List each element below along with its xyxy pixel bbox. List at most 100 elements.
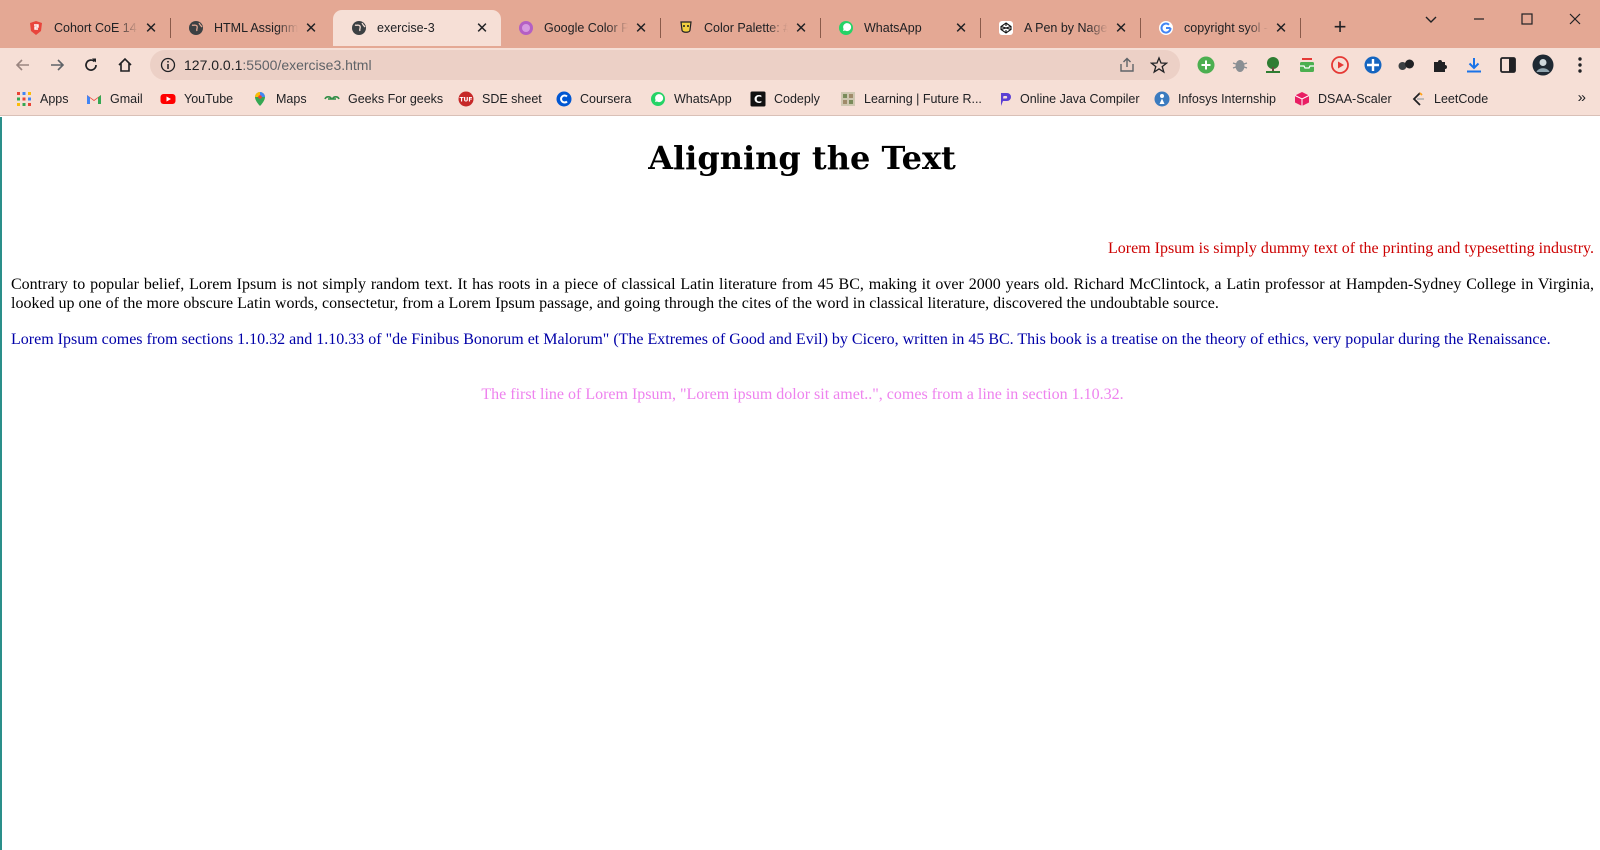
reload-icon bbox=[85, 58, 97, 71]
bookmark-label: Learning | Future R... bbox=[864, 92, 982, 106]
shield-icon bbox=[30, 21, 42, 35]
codepen-icon bbox=[999, 21, 1013, 35]
tab-exercise-3[interactable]: exercise-3 ✕ bbox=[333, 10, 501, 46]
url-text[interactable]: 127.0.0.1:5500/exercise3.html bbox=[184, 57, 372, 73]
maximize-icon bbox=[1521, 13, 1533, 25]
svg-text:C: C bbox=[754, 93, 762, 106]
tab-codepen[interactable]: A Pen by Nagesh ✕ bbox=[980, 10, 1141, 46]
home-icon bbox=[118, 57, 132, 72]
close-icon[interactable]: ✕ bbox=[1272, 19, 1290, 37]
tab-search-button[interactable] bbox=[1416, 6, 1446, 32]
apps-grid-icon bbox=[17, 92, 31, 106]
bookmark-sde-sheet[interactable]: TUF SDE sheet bbox=[458, 90, 542, 108]
center-aligned-paragraph: The first line of Lorem Ipsum, "Lorem ip… bbox=[481, 386, 1124, 403]
close-icon[interactable]: ✕ bbox=[792, 19, 810, 37]
close-icon[interactable]: ✕ bbox=[1112, 19, 1130, 37]
bookmark-maps[interactable]: Maps bbox=[252, 90, 307, 108]
more-vertical-icon[interactable] bbox=[1570, 55, 1590, 75]
bookmark-online-java-compiler[interactable]: Online Java Compiler bbox=[996, 90, 1140, 108]
tab-title: WhatsApp bbox=[864, 21, 922, 35]
browser-toolbar: 127.0.0.1:5500/exercise3.html bbox=[0, 48, 1600, 82]
close-icon[interactable]: ✕ bbox=[473, 19, 491, 37]
geeksforgeeks-icon bbox=[324, 96, 340, 100]
tab-google-color-picker[interactable]: Google Color Picker ✕ bbox=[500, 10, 661, 46]
bookmark-codeply[interactable]: C Codeply bbox=[750, 90, 820, 108]
whatsapp-icon bbox=[651, 92, 665, 106]
close-icon[interactable]: ✕ bbox=[952, 19, 970, 37]
close-icon bbox=[1569, 13, 1581, 25]
close-icon[interactable]: ✕ bbox=[142, 19, 160, 37]
tab-title: Google Color Picker bbox=[544, 21, 628, 35]
chevron-down-icon bbox=[1425, 16, 1437, 23]
close-window-button[interactable] bbox=[1560, 6, 1590, 32]
bookmark-gmail[interactable]: Gmail bbox=[86, 90, 143, 108]
bookmark-label: Online Java Compiler bbox=[1020, 92, 1140, 106]
share-icon[interactable] bbox=[1118, 56, 1136, 74]
bookmark-apps[interactable]: Apps bbox=[16, 90, 69, 108]
tab-whatsapp[interactable]: WhatsApp ✕ bbox=[820, 10, 981, 46]
svg-text:TUF: TUF bbox=[459, 97, 472, 104]
tuf-icon: TUF bbox=[458, 91, 474, 107]
bookmark-geeks-for-geeks[interactable]: Geeks For geeks bbox=[324, 90, 443, 108]
page-heading: Aligning the Text bbox=[648, 139, 956, 177]
learning-icon bbox=[841, 92, 855, 106]
bookmark-whatsapp[interactable]: WhatsApp bbox=[650, 90, 732, 108]
bookmark-youtube[interactable]: YouTube bbox=[160, 90, 233, 108]
new-tab-button[interactable]: + bbox=[1327, 14, 1353, 40]
extensions-icon[interactable] bbox=[1430, 55, 1450, 75]
right-aligned-paragraph: Lorem Ipsum is simply dummy text of the … bbox=[1107, 240, 1594, 257]
info-icon[interactable] bbox=[160, 57, 176, 73]
google-icon bbox=[1159, 21, 1173, 35]
tree-icon[interactable] bbox=[1263, 55, 1283, 75]
minimize-icon bbox=[1474, 18, 1484, 20]
bookmark-infosys-internship[interactable]: Infosys Internship bbox=[1154, 90, 1276, 108]
coursera-icon bbox=[556, 91, 572, 107]
bookmarks-overflow-button[interactable]: » bbox=[1578, 89, 1586, 106]
bookmark-label: Geeks For geeks bbox=[348, 92, 444, 106]
forward-button[interactable] bbox=[44, 52, 70, 78]
reload-button[interactable] bbox=[78, 52, 104, 78]
bug-icon[interactable] bbox=[1230, 55, 1250, 75]
bookmark-dsaa-scaler[interactable]: DSAA-Scaler bbox=[1294, 90, 1392, 108]
tab-html-assignment[interactable]: HTML Assignment ✕ bbox=[170, 10, 330, 46]
bookmark-label: WhatsApp bbox=[674, 92, 732, 106]
url-path: :5500/exercise3.html bbox=[242, 57, 372, 73]
gmail-icon bbox=[87, 95, 101, 104]
tab-title: exercise-3 bbox=[377, 21, 435, 35]
play-icon[interactable] bbox=[1330, 55, 1350, 75]
maximize-button[interactable] bbox=[1512, 6, 1542, 32]
home-button[interactable] bbox=[112, 52, 138, 78]
close-icon[interactable]: ✕ bbox=[632, 19, 650, 37]
bookmarks-bar: Apps Gmail YouTube Maps Geeks For geeks … bbox=[0, 82, 1600, 116]
inbox-icon[interactable] bbox=[1297, 55, 1317, 75]
address-bar[interactable]: 127.0.0.1:5500/exercise3.html bbox=[150, 50, 1180, 80]
bookmark-coursera[interactable]: Coursera bbox=[556, 90, 631, 108]
bookmark-label: Gmail bbox=[110, 92, 143, 106]
map-pin-icon bbox=[255, 92, 265, 106]
programiz-icon bbox=[1001, 93, 1011, 106]
arrow-right-icon bbox=[51, 59, 65, 71]
side-panel-icon[interactable] bbox=[1498, 55, 1518, 75]
tab-title: HTML Assignment bbox=[214, 21, 298, 35]
leetcode-icon bbox=[1412, 92, 1424, 106]
tab-google-search[interactable]: copyright syol - G ✕ bbox=[1140, 10, 1301, 46]
bookmark-label: Coursera bbox=[580, 92, 632, 106]
minimize-button[interactable] bbox=[1464, 6, 1494, 32]
bookmark-learning[interactable]: Learning | Future R... bbox=[840, 90, 982, 108]
tab-title: A Pen by Nagesh bbox=[1024, 21, 1108, 35]
left-aligned-paragraph: Lorem Ipsum comes from sections 1.10.32 … bbox=[11, 331, 1551, 348]
glasses-icon[interactable] bbox=[1396, 55, 1416, 75]
back-button[interactable] bbox=[10, 52, 36, 78]
avatar[interactable] bbox=[1532, 54, 1554, 76]
download-icon[interactable] bbox=[1464, 55, 1484, 75]
close-icon[interactable]: ✕ bbox=[302, 19, 320, 37]
bookmark-leetcode[interactable]: LeetCode bbox=[1410, 90, 1488, 108]
add-extension-icon[interactable] bbox=[1196, 55, 1216, 75]
bookmark-label: YouTube bbox=[184, 92, 234, 106]
star-icon[interactable] bbox=[1150, 56, 1168, 74]
tab-color-palette[interactable]: Color Palette: #0 ✕ bbox=[660, 10, 821, 46]
bookmark-label: SDE sheet bbox=[482, 92, 542, 106]
infosys-icon bbox=[1154, 91, 1170, 107]
tab-cohort[interactable]: Cohort CoE 14 - F ✕ bbox=[10, 10, 171, 46]
puzzle-blue-icon[interactable] bbox=[1363, 55, 1383, 75]
